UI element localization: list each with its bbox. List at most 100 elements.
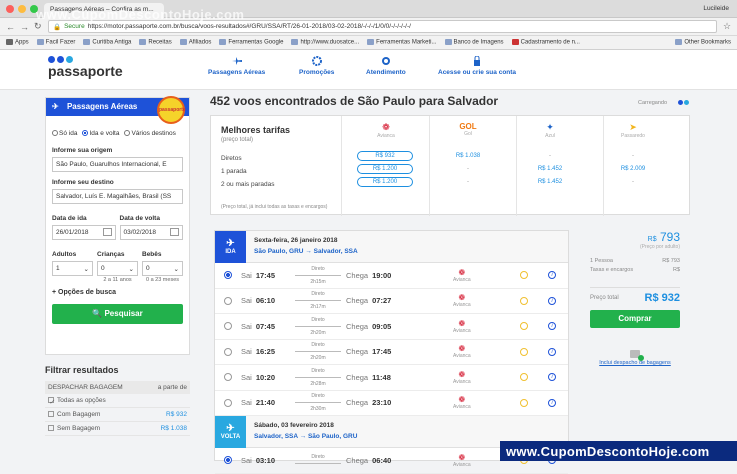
airline-avianca: ❁ Avianca [453,318,471,334]
flight-row[interactable]: Sai 16:25 Direto 2h20m Chega 17:45 ❁ Avianca i [215,340,568,365]
passaporte-logo[interactable]: passaporte [48,56,123,79]
clock-icon[interactable] [520,322,528,331]
trip-type-multi[interactable]: Vários destinos [124,130,176,137]
flight-results: ✈ IDA Sexta-feira, 26 janeiro 2018 São P… [214,230,569,474]
children-select[interactable]: 0 ⌄ [97,261,138,276]
clock-icon[interactable] [520,296,528,305]
clock-icon[interactable] [520,347,528,356]
trip-type-round-trip[interactable]: Ida e volta [82,130,119,137]
nav-account[interactable]: Acesse ou crie sua conta [438,56,516,76]
clock-icon[interactable] [520,373,528,382]
fare-azul-direct: - [549,153,551,159]
minimize-window-icon[interactable] [18,5,26,13]
fare-gol-2stop: - [467,179,469,185]
checkbox[interactable]: ✓ [48,397,54,406]
checkbox[interactable] [48,425,54,432]
calendar-icon[interactable] [102,228,112,236]
info-icon[interactable]: i [548,347,556,356]
arrival-time: Chega 19:00 [346,270,392,280]
flight-radio[interactable] [224,296,232,305]
info-icon[interactable]: i [548,271,556,280]
airline-gol[interactable]: GOL Gol [448,122,488,137]
flight-row[interactable]: Sai 10:20 Direto 2h28m Chega 11:48 ❁ Avianca i [215,365,568,391]
search-options-link[interactable]: + Opções de busca [46,289,189,296]
flight-row[interactable]: Sai 17:45 Direto 2h15m Chega 19:00 ❁ Avianca i [215,263,568,289]
reload-icon[interactable]: ↻ [34,21,42,32]
loading-label: Carregando [638,100,668,106]
bookmark-item[interactable]: Apps [6,39,29,46]
search-button[interactable]: 🔍 Pesquisar [52,304,183,324]
bookmark-item[interactable]: Other Bookmarks [675,39,731,46]
outbound-badge: ✈ IDA [215,231,246,263]
filter-option[interactable]: Sem Bagagem R$ 1.038 [45,422,190,436]
depart-date-input[interactable]: 26/01/2018 [52,225,116,240]
forward-icon[interactable]: → [20,22,29,32]
origin-input[interactable]: São Paulo, Guarulhos Internacional, E [52,157,183,172]
flight-radio[interactable] [224,373,232,382]
fare-avianca-2stop[interactable]: R$ 1.200 [357,177,413,187]
calendar-icon[interactable] [170,228,179,236]
flight-row[interactable]: Sai 21:40 Direto 2h30m Chega 23:10 ❁ Avianca i [215,391,568,416]
fare-avianca-1stop[interactable]: R$ 1.200 [357,164,413,174]
bookmark-item[interactable]: Afiliados [179,39,211,46]
filter-option[interactable]: ✓ Todas as opções [45,394,190,408]
filter-option[interactable]: Com Bagagem R$ 932 [45,408,190,422]
bookmark-item[interactable]: Ferramentas Marketi... [367,39,437,46]
airline-azul[interactable]: ✦ Azul [530,122,570,139]
info-icon[interactable]: i [548,398,556,407]
info-icon[interactable]: i [548,296,556,305]
flight-row[interactable]: Sai 07:45 Direto 2h20m Chega 09:05 ❁ Avianca i [215,314,568,340]
clock-icon[interactable] [520,271,528,280]
nav-promocoes[interactable]: Promoções [299,56,334,76]
flight-radio[interactable] [224,271,232,280]
origin-label: Informe sua origem [52,147,113,154]
star-icon[interactable]: ☆ [723,21,731,32]
fare-gol-direct[interactable]: R$ 1.038 [448,153,488,159]
browser-user[interactable]: Lucileide [703,5,729,12]
buy-button[interactable]: Comprar [590,310,680,328]
destination-input[interactable]: Salvador, Luís E. Magalhães, Brasil (SS [52,189,183,204]
bookmark-item[interactable]: Facil Fazer [36,39,75,46]
flight-radio[interactable] [224,456,232,465]
trip-type-one-way[interactable]: Só ida [52,130,77,137]
bookmark-item[interactable]: Curitiba Antiga [83,39,131,46]
departure-time: Sai 06:10 [241,296,276,306]
bookmark-item[interactable]: http://www.duosatce... [291,39,359,46]
back-icon[interactable]: ← [6,22,15,32]
airline-passaredo[interactable]: ➤ Passaredo [613,122,653,139]
baggage-icon [630,350,644,361]
fare-passaredo-1stop[interactable]: R$ 2.009 [613,166,653,172]
depart-date-label: Data de ida [52,215,87,222]
fare-avianca-direct[interactable]: R$ 932 [357,151,413,161]
clock-icon[interactable] [520,398,528,407]
nav-passagens-aereas[interactable]: Passagens Aéreas [208,56,265,76]
info-icon[interactable]: i [548,373,556,382]
bookmark-item[interactable]: Banco de Imagens [444,39,504,46]
bookmark-item[interactable]: Receitas [139,39,172,46]
checkbox[interactable] [48,411,54,418]
window-controls[interactable] [6,5,38,13]
children-hint: 2 a 11 anos [103,277,132,283]
nav-atendimento[interactable]: Atendimento [366,56,406,76]
adults-select[interactable]: 1 ⌄ [52,261,93,276]
departure-time: Sai 03:10 [241,455,276,465]
airline-avianca: ❁ Avianca [453,395,471,411]
bookmark-item[interactable]: Cadastramento de n... [511,39,580,46]
flight-radio[interactable] [224,322,232,331]
flight-row[interactable]: Sai 06:10 Direto 2h17m Chega 07:27 ❁ Avianca i [215,289,568,314]
babies-select[interactable]: 0 ⌄ [142,261,183,276]
return-date-input[interactable]: 03/02/2018 [119,225,183,240]
close-window-icon[interactable] [6,5,14,13]
chevron-down-icon: ⌄ [173,266,179,273]
fare-azul-1stop[interactable]: R$ 1.452 [530,166,570,172]
flight-radio[interactable] [224,398,232,407]
airline-avianca[interactable]: ❁ Avianca [366,122,406,139]
baggage-link[interactable]: Inclui despacho de bagagens [590,350,680,366]
bookmark-item[interactable]: Ferramentas Google [219,39,283,46]
airline-avianca: ❁ Avianca [453,267,471,283]
flight-radio[interactable] [224,347,232,356]
lock-icon [474,56,481,66]
fare-azul-2stop[interactable]: R$ 1.452 [530,179,570,185]
plane-icon [231,57,242,65]
info-icon[interactable]: i [548,322,556,331]
